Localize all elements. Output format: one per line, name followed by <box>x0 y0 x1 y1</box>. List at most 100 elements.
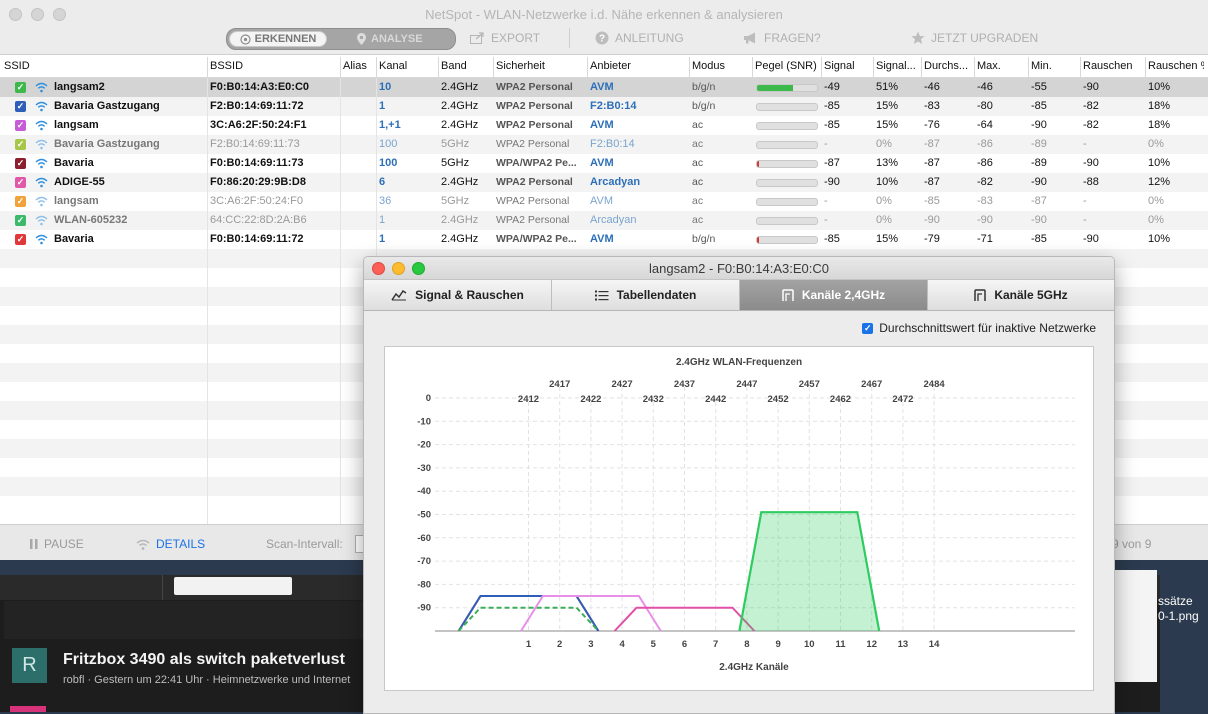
network-visibility-checkbox[interactable]: ✓ <box>15 177 26 188</box>
column-header[interactable]: Rauschen <box>1083 60 1141 72</box>
column-divider[interactable] <box>921 57 922 77</box>
table-row[interactable]: ✓ ADIGE-55 F0:86:20:29:9B:D8 6 2.4GHz WPA2 Pe… <box>0 173 1208 192</box>
column-divider[interactable] <box>1080 57 1081 77</box>
column-header[interactable]: Min. <box>1031 60 1076 72</box>
guide-button[interactable]: ? ANLEITUNG <box>595 31 684 45</box>
table-row[interactable]: ✓ Bavaria Gastzugang F2:B0:14:69:11:73 100 5… <box>0 135 1208 154</box>
column-header[interactable]: Sicherheit <box>496 60 583 72</box>
cell-min: -89 <box>1031 138 1047 150</box>
column-header[interactable]: Max. <box>977 60 1024 72</box>
cell-noise: - <box>1083 214 1087 226</box>
cell-noise: -90 <box>1083 81 1099 93</box>
mode-analyze-button[interactable]: ANALYSE <box>357 31 423 47</box>
details-button[interactable]: DETAILS <box>136 537 205 551</box>
table-row[interactable]: ✓ Bavaria F0:B0:14:69:11:73 100 5GHz WPA/WPA2… <box>0 154 1208 173</box>
column-header[interactable]: Modus <box>692 60 748 72</box>
average-inactive-checkbox[interactable]: ✓ Durchschnittswert für inaktive Netzwer… <box>862 321 1096 335</box>
column-divider[interactable] <box>974 57 975 77</box>
cell-ssid: langsam2 <box>54 81 105 93</box>
table-row[interactable]: ✓ Bavaria Gastzugang F2:B0:14:69:11:72 1 2.4… <box>0 97 1208 116</box>
column-divider[interactable] <box>1145 57 1146 77</box>
export-button[interactable]: EXPORT <box>470 31 540 45</box>
column-header[interactable]: Kanal <box>379 60 434 72</box>
table-row[interactable]: ✓ langsam2 F0:B0:14:A3:E0:C0 10 2.4GHz WPA2 P… <box>0 78 1208 97</box>
cell-noise-pct: 10% <box>1148 233 1171 245</box>
column-divider[interactable] <box>752 57 753 77</box>
x-tick-label: 9 <box>775 639 780 650</box>
cell-bssid: 3C:A6:2F:50:24:F0 <box>210 195 303 207</box>
column-divider[interactable] <box>340 57 341 77</box>
question-icon: ? <box>595 31 609 45</box>
frequency-label: 2437 <box>674 379 695 390</box>
cell-channel: 36 <box>379 195 392 207</box>
table-row[interactable]: ✓ Bavaria F0:B0:14:69:11:72 1 2.4GHz WPA/WPA2… <box>0 230 1208 249</box>
column-header[interactable]: Rauschen % <box>1148 60 1204 72</box>
column-header[interactable]: Pegel (SNR) <box>755 60 817 72</box>
column-header[interactable]: BSSID <box>210 60 336 72</box>
desktop-file-label[interactable]: ssätze 0-1.png <box>1158 594 1199 624</box>
column-divider[interactable] <box>438 57 439 77</box>
network-visibility-checkbox[interactable]: ✓ <box>15 215 26 226</box>
table-row[interactable]: ✓ WLAN-605232 64:CC:22:8D:2A:B6 1 2.4GHz WPA2… <box>0 211 1208 230</box>
cell-signal-pct: 0% <box>876 214 892 226</box>
table-row[interactable]: ✓ langsam 3C:A6:2F:50:24:F0 36 5GHz WPA2 Pers… <box>0 192 1208 211</box>
cell-max: -90 <box>977 214 993 226</box>
tab-channels-5ghz[interactable]: Kanäle 5GHz <box>928 280 1114 310</box>
cell-bssid: F2:B0:14:69:11:72 <box>210 100 304 112</box>
tab-table-data[interactable]: Tabellendaten <box>552 280 740 310</box>
column-header[interactable]: Alias <box>343 60 372 72</box>
x-tick-label: 5 <box>651 639 657 650</box>
network-visibility-checkbox[interactable]: ✓ <box>15 234 26 245</box>
column-divider[interactable] <box>587 57 588 77</box>
column-divider[interactable] <box>376 57 377 77</box>
column-divider[interactable] <box>873 57 874 77</box>
forum-search-input[interactable] <box>174 577 292 595</box>
cell-security: WPA/WPA2 Pe... <box>496 233 577 245</box>
cell-vendor: AVM <box>590 195 614 207</box>
pause-button[interactable]: PAUSE <box>30 537 84 551</box>
cell-band: 2.4GHz <box>441 100 479 112</box>
mode-discover-button[interactable]: ERKENNEN <box>229 31 327 47</box>
network-visibility-checkbox[interactable]: ✓ <box>15 196 26 207</box>
column-header[interactable]: SSID <box>4 60 203 72</box>
cell-min: -87 <box>1031 195 1047 207</box>
cell-band: 2.4GHz <box>441 214 479 226</box>
cell-max: -64 <box>977 119 993 131</box>
cell-signal: -90 <box>824 176 840 188</box>
column-divider[interactable] <box>1028 57 1029 77</box>
network-visibility-checkbox[interactable]: ✓ <box>15 139 26 150</box>
cell-signal-pct: 15% <box>876 233 899 245</box>
column-header[interactable]: Signal... <box>876 60 917 72</box>
ask-button[interactable]: FRAGEN? <box>743 31 821 45</box>
column-divider[interactable] <box>689 57 690 77</box>
tab-label: Kanäle 2,4GHz <box>801 288 886 302</box>
network-visibility-checkbox[interactable]: ✓ <box>15 101 26 112</box>
y-tick-label: -10 <box>417 416 431 427</box>
cell-channel: 10 <box>379 81 392 93</box>
column-header[interactable]: Anbieter <box>590 60 685 72</box>
cell-noise: -82 <box>1083 119 1099 131</box>
forum-thread-title[interactable]: Fritzbox 3490 als switch paketverlust <box>63 651 363 669</box>
column-header[interactable]: Signal <box>824 60 869 72</box>
column-divider[interactable] <box>821 57 822 77</box>
detail-tabs: Signal & Rauschen Tabellendaten Kanäle 2… <box>364 280 1114 311</box>
cell-vendor: AVM <box>590 157 614 169</box>
column-header[interactable]: Band <box>441 60 489 72</box>
frequency-label: 2432 <box>643 394 664 405</box>
tab-channels-24ghz[interactable]: Kanäle 2,4GHz <box>740 280 928 310</box>
column-header[interactable]: Durchs... <box>924 60 970 72</box>
cell-ssid: Bavaria <box>54 157 94 169</box>
column-divider[interactable] <box>493 57 494 77</box>
mode-switch[interactable]: ERKENNEN ANALYSE <box>226 28 456 50</box>
upgrade-button[interactable]: JETZT UPGRADEN <box>911 31 1038 45</box>
column-divider[interactable] <box>207 57 208 77</box>
cell-vendor: AVM <box>590 233 614 245</box>
tab-signal-noise[interactable]: Signal & Rauschen <box>364 280 552 310</box>
network-visibility-checkbox[interactable]: ✓ <box>15 158 26 169</box>
network-visibility-checkbox[interactable]: ✓ <box>15 120 26 131</box>
checkbox-checked-icon[interactable]: ✓ <box>862 322 874 334</box>
x-tick-label: 1 <box>526 639 532 650</box>
network-visibility-checkbox[interactable]: ✓ <box>15 82 26 93</box>
table-row[interactable]: ✓ langsam 3C:A6:2F:50:24:F1 1,+1 2.4GHz WPA2 … <box>0 116 1208 135</box>
cell-max: -80 <box>977 100 993 112</box>
